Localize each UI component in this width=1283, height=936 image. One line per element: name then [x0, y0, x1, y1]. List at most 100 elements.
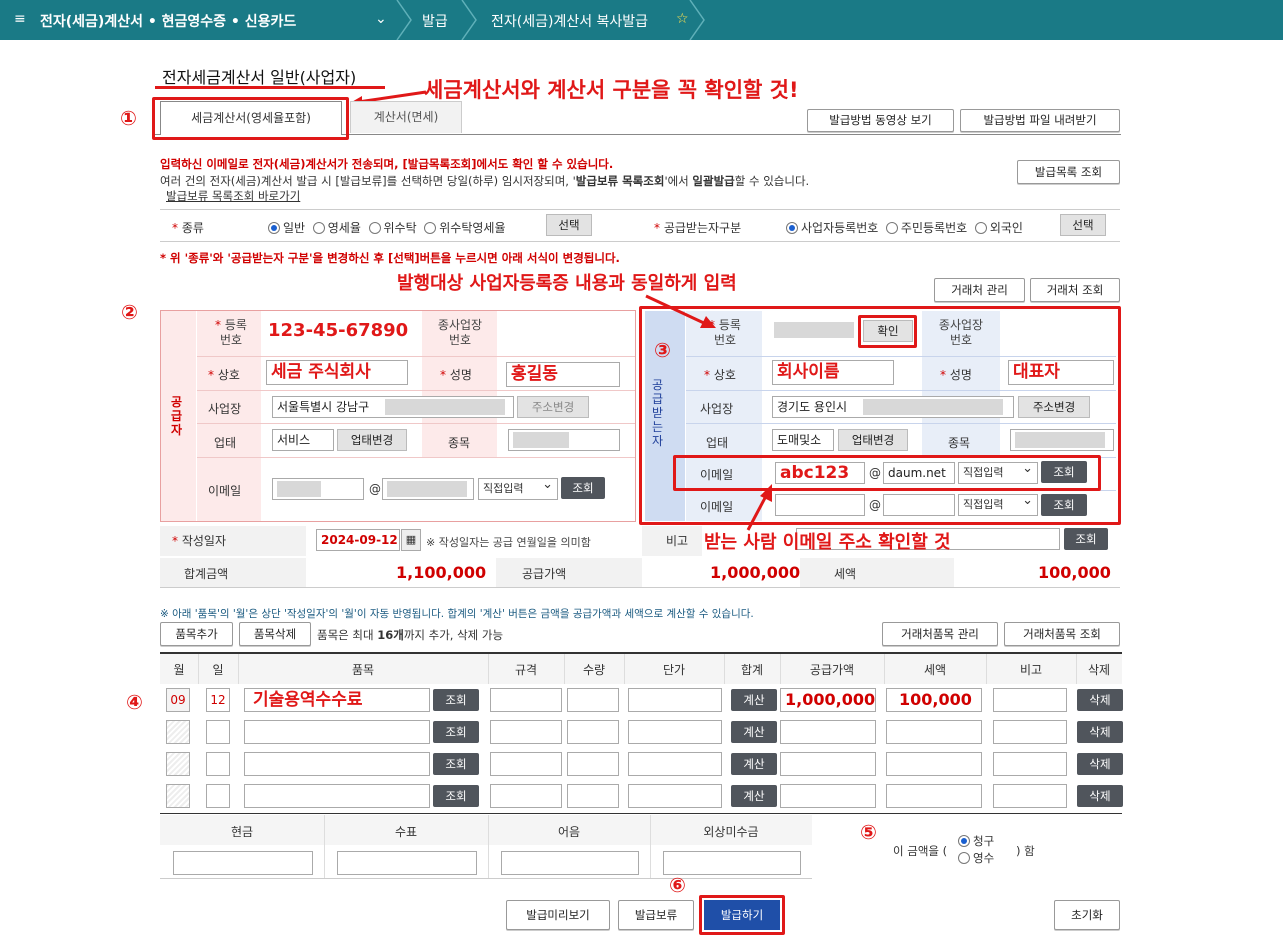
item-query-button[interactable]: 조회: [433, 753, 479, 775]
radio-claim-wrap[interactable]: 청구: [958, 833, 994, 849]
supplier-item-input[interactable]: [508, 429, 620, 451]
radio-zero-rate[interactable]: [312, 222, 325, 234]
star-icon[interactable]: ☆: [676, 11, 689, 27]
hold-list-link[interactable]: 발급보류 목록조회 바로가기: [166, 188, 300, 204]
tax-input[interactable]: 100,000: [886, 688, 982, 712]
calendar-icon[interactable]: ▦: [401, 529, 421, 551]
radio-receipt[interactable]: [958, 852, 970, 864]
supply-input[interactable]: 1,000,000: [780, 688, 876, 712]
radio-resident[interactable]: [885, 222, 898, 234]
tax-input[interactable]: [886, 720, 982, 744]
item-delete-button[interactable]: 품목삭제: [239, 622, 311, 646]
supplier-email-id[interactable]: [272, 478, 364, 500]
item-query-button[interactable]: 조회: [433, 785, 479, 807]
receiver-type-options[interactable]: 사업자등록번호 주민등록번호 외국인: [786, 219, 1023, 236]
radio-consign-zero[interactable]: [424, 222, 437, 234]
kind-select-button[interactable]: 선택: [546, 214, 592, 236]
video-guide-button[interactable]: 발급방법 동영상 보기: [807, 109, 954, 132]
month-cell: [166, 784, 190, 808]
radio-foreigner[interactable]: [974, 222, 987, 234]
receiver-select-button[interactable]: 선택: [1060, 214, 1106, 236]
payment-input[interactable]: [501, 851, 639, 875]
supply-input[interactable]: [780, 752, 876, 776]
col-divider: [564, 654, 565, 684]
qty-input[interactable]: [567, 784, 619, 808]
remark-item-input[interactable]: [993, 720, 1067, 744]
spec-input[interactable]: [490, 752, 562, 776]
qty-input[interactable]: [567, 752, 619, 776]
item-query-button[interactable]: 조회: [433, 689, 479, 711]
item-name-input[interactable]: [244, 752, 430, 776]
day-cell[interactable]: 12: [206, 688, 230, 712]
radio-general[interactable]: [268, 222, 280, 234]
spec-input[interactable]: [490, 784, 562, 808]
radio-receipt-wrap[interactable]: 영수: [958, 850, 994, 866]
month-cell[interactable]: 09: [166, 688, 190, 712]
remark-item-input[interactable]: [993, 688, 1067, 712]
supplier-addr-button[interactable]: 주소변경: [517, 396, 589, 418]
radio-consign[interactable]: [368, 222, 381, 234]
menu-icon[interactable]: ≡: [14, 11, 26, 27]
delete-row-button[interactable]: 삭제: [1077, 753, 1123, 775]
delete-row-button[interactable]: 삭제: [1077, 785, 1123, 807]
day-cell[interactable]: [206, 720, 230, 744]
day-cell[interactable]: [206, 784, 230, 808]
calc-button[interactable]: 계산: [731, 721, 777, 743]
item-name-input[interactable]: [244, 720, 430, 744]
item-add-button[interactable]: 품목추가: [160, 622, 233, 646]
remark-query-button[interactable]: 조회: [1064, 528, 1108, 550]
date-input[interactable]: 2024-09-12: [316, 529, 400, 551]
chevron-down-icon[interactable]: ⌄: [375, 11, 387, 27]
file-download-button[interactable]: 발급방법 파일 내려받기: [960, 109, 1120, 132]
delete-row-button[interactable]: 삭제: [1077, 721, 1123, 743]
nav-title[interactable]: 전자(세금)계산서 • 현금영수증 • 신용카드: [40, 11, 296, 31]
reset-button[interactable]: 초기화: [1054, 900, 1120, 930]
item-query-button[interactable]: 조회: [433, 721, 479, 743]
supply-input[interactable]: [780, 784, 876, 808]
issue-list-button[interactable]: 발급목록 조회: [1017, 160, 1120, 184]
date-note: ※ 작성일자는 공급 연월일을 의미함: [426, 536, 591, 549]
day-cell[interactable]: [206, 752, 230, 776]
client-item-manage-button[interactable]: 거래처품목 관리: [882, 622, 998, 646]
spec-input[interactable]: [490, 688, 562, 712]
qty-input[interactable]: [567, 688, 619, 712]
supplier-name-input[interactable]: 세금 주식회사: [266, 360, 408, 385]
radio-bizno[interactable]: [786, 222, 798, 234]
calc-button[interactable]: 계산: [731, 785, 777, 807]
unit-price-input[interactable]: [628, 720, 722, 744]
remark-item-input[interactable]: [993, 784, 1067, 808]
kind-options[interactable]: 일반 영세율 위수탁 위수탁영세율: [268, 219, 506, 236]
supplier-ceo-input[interactable]: 홍길동: [506, 362, 620, 387]
qty-input[interactable]: [567, 720, 619, 744]
client-manage-button[interactable]: 거래처 관리: [934, 278, 1025, 302]
supplier-email-domain[interactable]: [382, 478, 474, 500]
unit-price-input[interactable]: [628, 688, 722, 712]
supplier-email-query-button[interactable]: 조회: [561, 477, 605, 499]
tax-input[interactable]: [886, 784, 982, 808]
hold-button[interactable]: 발급보류: [618, 900, 694, 930]
supply-input[interactable]: [780, 720, 876, 744]
supplier-biz-button[interactable]: 업태변경: [337, 429, 407, 451]
supplier-addr-input[interactable]: 서울특별시 강남구: [272, 396, 514, 418]
payment-input[interactable]: [663, 851, 801, 875]
client-search-button[interactable]: 거래처 조회: [1030, 278, 1120, 302]
supplier-domain-select[interactable]: 직접입력: [478, 475, 558, 500]
tax-input[interactable]: [886, 752, 982, 776]
supplier-biz-input[interactable]: 서비스: [272, 429, 334, 451]
client-item-search-button[interactable]: 거래처품목 조회: [1004, 622, 1120, 646]
unit-price-input[interactable]: [628, 752, 722, 776]
preview-button[interactable]: 발급미리보기: [506, 900, 610, 930]
tab-invoice[interactable]: 계산서(면세): [350, 101, 462, 133]
delete-row-button[interactable]: 삭제: [1077, 689, 1123, 711]
radio-claim[interactable]: [958, 835, 970, 847]
item-name-input[interactable]: 기술용역수수료: [244, 688, 430, 712]
item-name-input[interactable]: [244, 784, 430, 808]
unit-price-input[interactable]: [628, 784, 722, 808]
remark-item-input[interactable]: [993, 752, 1067, 776]
payment-input[interactable]: [337, 851, 477, 875]
spec-input[interactable]: [490, 720, 562, 744]
breadcrumb-issue[interactable]: 발급: [422, 11, 448, 31]
calc-button[interactable]: 계산: [731, 753, 777, 775]
calc-button[interactable]: 계산: [731, 689, 777, 711]
payment-input[interactable]: [173, 851, 313, 875]
